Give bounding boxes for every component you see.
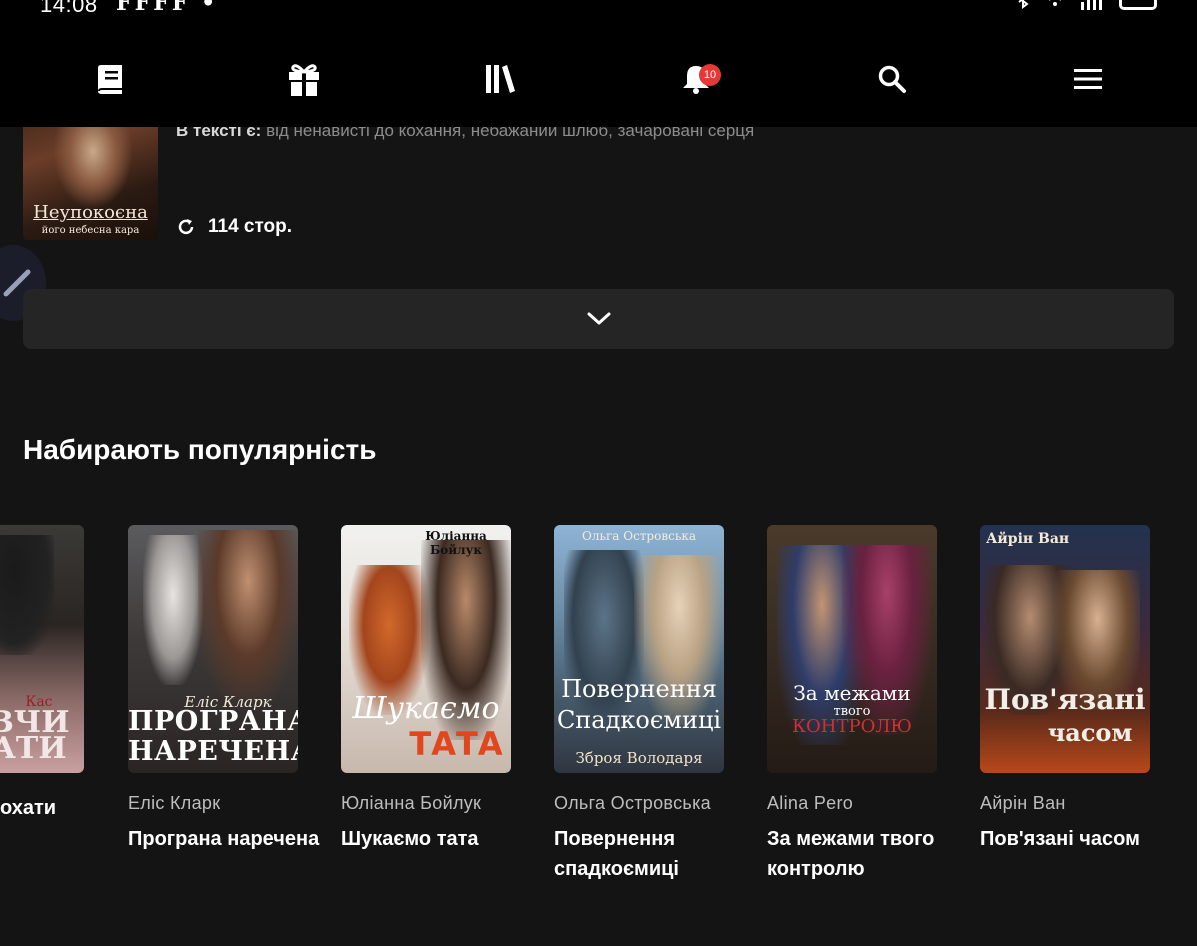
pages-count: 114 стор. <box>208 216 293 237</box>
app-screen: 14:08 𝐅𝐅𝐅𝐅 • 10 Неупокоєна його небесна … <box>0 0 1197 946</box>
cover-title: Повернення <box>561 675 717 703</box>
chevron-down-icon <box>587 312 610 325</box>
refresh-icon <box>178 219 194 235</box>
nav-library-button[interactable] <box>470 48 530 110</box>
expand-description-button[interactable] <box>23 289 1174 349</box>
bluetooth-icon <box>1015 0 1031 15</box>
cover-title: Пов'язані <box>984 683 1146 716</box>
status-icons <box>1015 0 1157 15</box>
book-title[interactable]: За межами твого контролю <box>767 824 967 884</box>
book-title[interactable]: Шукаємо тата <box>341 824 541 854</box>
book-card[interactable]: За межами твого КОНТРОЛЮ Alina Pero За м… <box>767 525 967 884</box>
main-nav: 10 <box>0 48 1197 110</box>
book-cover[interactable]: За межами твого КОНТРОЛЮ <box>767 525 937 773</box>
cover-title: НАРЕЧЕНА <box>128 736 298 767</box>
cover-title: Шукаємо <box>352 691 500 726</box>
book-cover[interactable]: Кас ВЧИ АТИ <box>0 525 84 773</box>
cover-title: Спадкоємиці <box>556 706 722 734</box>
library-icon <box>486 65 515 93</box>
cover-title: Зброя Володаря <box>575 749 703 767</box>
wifi-icon <box>1043 0 1067 15</box>
cover-art <box>53 120 133 210</box>
notification-badge: 10 <box>699 64 721 86</box>
nav-book-button[interactable] <box>79 48 139 110</box>
cover-title: ТАТА <box>409 725 503 763</box>
book-author[interactable]: Еліс Кларк <box>128 793 328 814</box>
cover-art <box>143 535 203 685</box>
cover-art <box>198 530 298 700</box>
cover-author: Юліанна Бойлук <box>425 529 487 557</box>
book-card[interactable]: Айрін Ван Пов'язані часом Айрін Ван Пов'… <box>980 525 1180 854</box>
cover-title: КОНТРОЛЮ <box>792 716 912 737</box>
cover-subtitle: його небесна кара <box>41 225 140 236</box>
nav-search-button[interactable] <box>862 48 922 110</box>
book-title[interactable]: охати <box>0 793 114 823</box>
cover-text: АТИ <box>0 731 67 766</box>
menu-icon <box>1074 69 1102 89</box>
book-author[interactable]: Юліанна Бойлук <box>341 793 541 814</box>
cover-art <box>0 535 54 655</box>
nav-gift-button[interactable] <box>274 48 334 110</box>
cover-title: часом <box>1047 718 1133 747</box>
book-author[interactable]: Айрін Ван <box>980 793 1180 814</box>
cover-author: Ольга Островська <box>581 529 697 543</box>
nav-menu-button[interactable] <box>1058 48 1118 110</box>
book-card[interactable]: Еліс Кларк ПРОГРАНА НАРЕЧЕНА Еліс Кларк … <box>128 525 328 854</box>
book-title[interactable]: Повернення спадкоємиці <box>554 824 754 884</box>
book-card[interactable]: Кас ВЧИ АТИ охати <box>0 525 114 823</box>
book-title[interactable]: Програна наречена <box>128 824 328 854</box>
book-icon <box>98 65 122 94</box>
cover-author: Айрін Ван <box>986 531 1070 547</box>
top-bar: 14:08 𝐅𝐅𝐅𝐅 • 10 <box>0 0 1197 127</box>
battery-icon <box>1119 0 1157 10</box>
search-icon <box>878 65 906 93</box>
section-title: Набирають популярність <box>23 434 377 465</box>
book-cover[interactable]: Айрін Ван Пов'язані часом <box>980 525 1150 773</box>
book-card[interactable]: Ольга Островська Повернення Спадкоємиці … <box>554 525 754 884</box>
book-card[interactable]: Юліанна Бойлук Шукаємо ТАТА Юліанна Бойл… <box>341 525 541 854</box>
status-time: 14:08 <box>40 0 98 17</box>
nav-notifications-button[interactable]: 10 <box>666 48 726 110</box>
gift-icon <box>289 64 319 96</box>
book-cover[interactable]: Юліанна Бойлук Шукаємо ТАТА <box>341 525 511 773</box>
book-cover[interactable]: Ольга Островська Повернення Спадкоємиці … <box>554 525 724 773</box>
book-author[interactable]: Alina Pero <box>767 793 967 814</box>
cover-title: За межами <box>793 681 911 705</box>
book-author[interactable]: Ольга Островська <box>554 793 754 814</box>
status-notification-icons: 𝐅𝐅𝐅𝐅 • <box>116 0 219 16</box>
book-title[interactable]: Пов'язані часом <box>980 824 1180 854</box>
cover-title: ПРОГРАНА <box>128 706 298 737</box>
cover-title: Неупокоєна <box>33 202 148 223</box>
book-cover[interactable]: Еліс Кларк ПРОГРАНА НАРЕЧЕНА <box>128 525 298 773</box>
book-pages: 114 стор. <box>176 216 292 238</box>
signal-icon <box>1079 0 1107 15</box>
